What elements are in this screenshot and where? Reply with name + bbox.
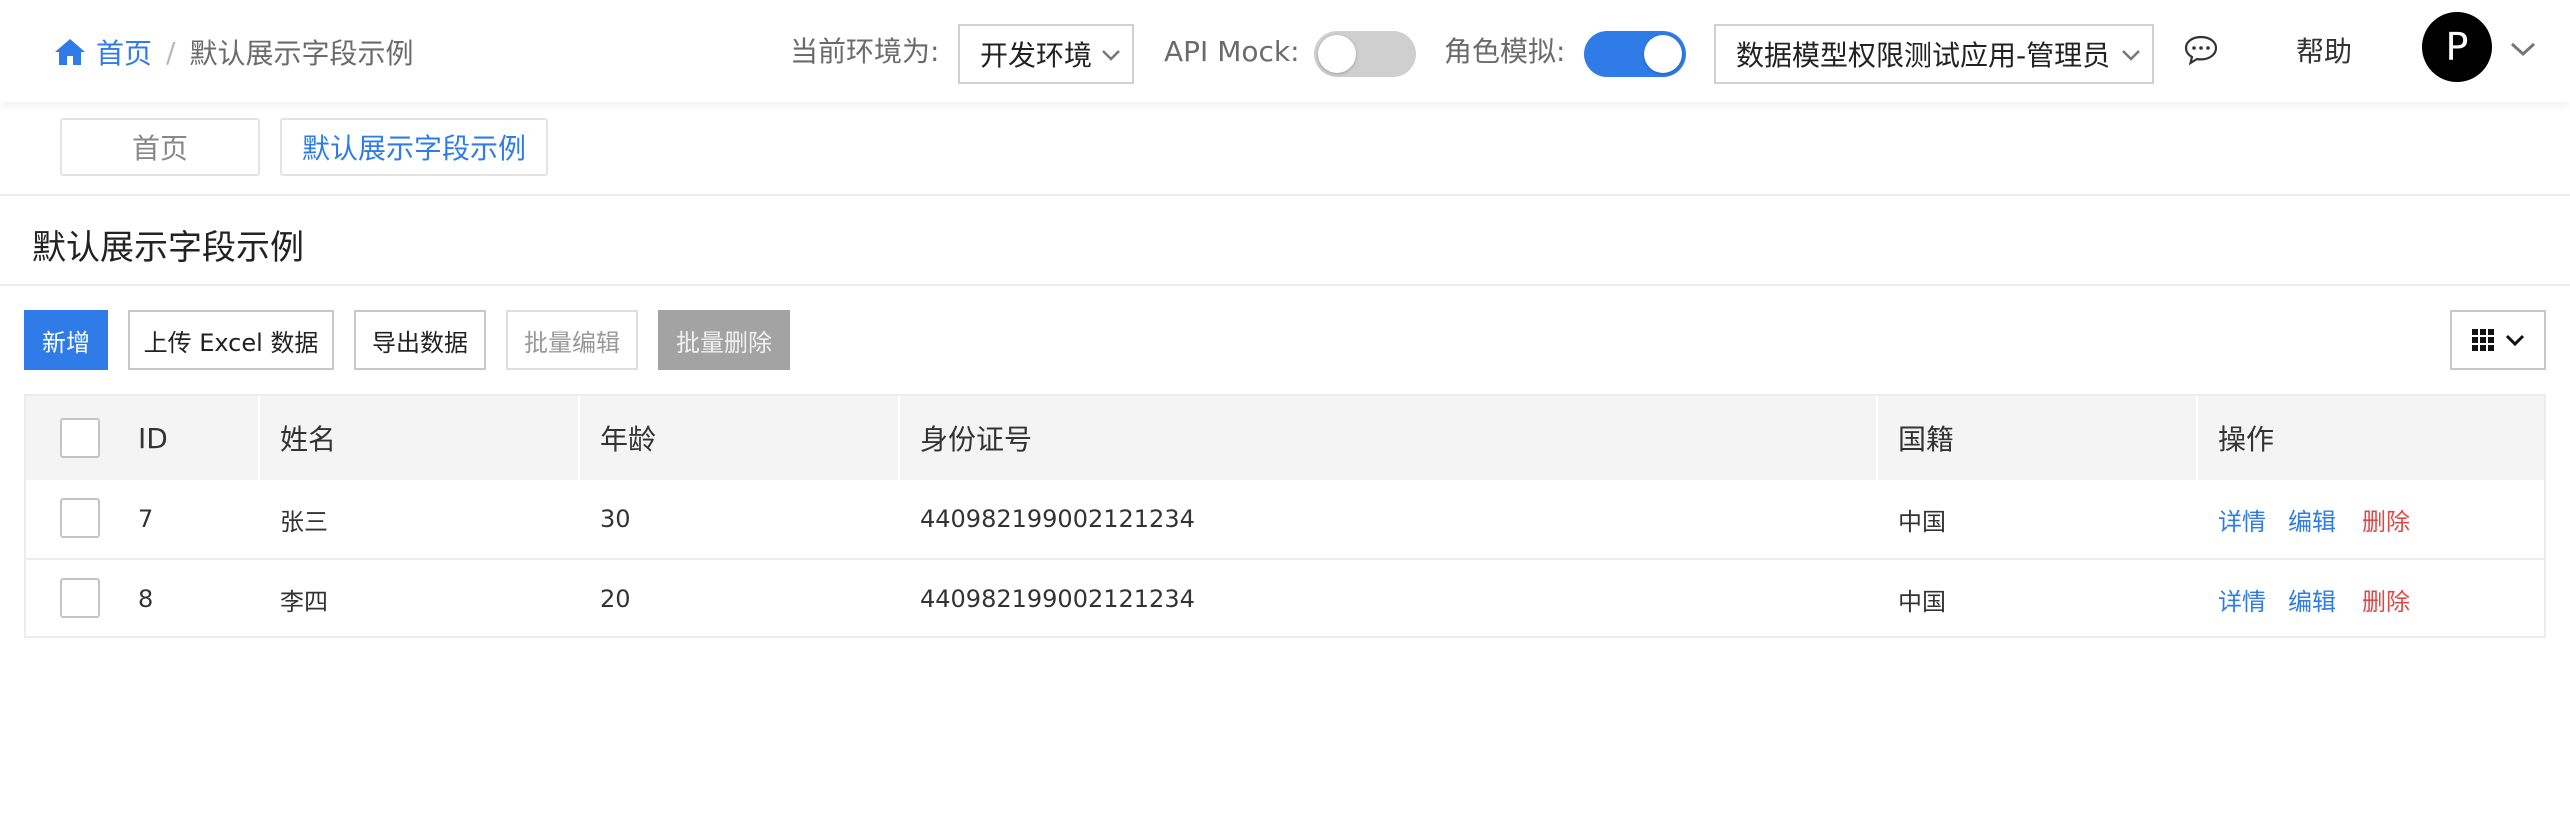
cell-nationality: 中国: [1898, 507, 1946, 536]
cell-id-number: 440982199002121234: [920, 585, 1195, 613]
column-header-id[interactable]: ID: [138, 396, 168, 480]
column-header-age[interactable]: 年龄: [600, 396, 656, 480]
help-link[interactable]: 帮助: [2296, 34, 2352, 70]
home-icon[interactable]: [54, 37, 86, 67]
table-row: 7 张三 30 440982199002121234 中国 详情 编辑 删除: [26, 480, 2544, 560]
api-mock-label: API Mock:: [1164, 35, 1300, 68]
data-table: ID 姓名 年龄 身份证号 国籍 操作 7 张三 30 440982199002…: [24, 394, 2546, 638]
tab-default-fields[interactable]: 默认展示字段示例: [280, 118, 548, 176]
chevron-down-icon: [2505, 334, 2525, 347]
column-settings-button[interactable]: [2450, 310, 2546, 370]
cell-name: 李四: [280, 587, 328, 616]
env-select[interactable]: 开发环境: [958, 24, 1134, 84]
table-row: 8 李四 20 440982199002121234 中国 详情 编辑 删除: [26, 560, 2544, 640]
app-role-select-value: 数据模型权限测试应用-管理员: [1736, 39, 2111, 72]
column-divider: [2196, 396, 2198, 480]
column-header-actions: 操作: [2218, 423, 2275, 456]
export-data-button[interactable]: 导出数据: [354, 310, 486, 370]
message-icon[interactable]: [2183, 34, 2219, 66]
role-simulation-label: 角色模拟:: [1444, 35, 1566, 68]
column-divider: [898, 396, 900, 480]
env-select-value: 开发环境: [980, 39, 1093, 72]
api-mock-toggle[interactable]: [1314, 31, 1416, 77]
page-tabs: 首页 默认展示字段示例: [0, 102, 2570, 196]
column-header-nationality[interactable]: 国籍: [1898, 396, 1954, 480]
column-header-id-number[interactable]: 身份证号: [920, 396, 1032, 480]
cell-id-number: 440982199002121234: [920, 505, 1195, 533]
select-all-checkbox[interactable]: [60, 418, 100, 458]
tab-home[interactable]: 首页: [60, 118, 260, 176]
page-title: 默认展示字段示例: [32, 228, 304, 268]
grid-icon: [2472, 329, 2494, 351]
env-label: 当前环境为:: [790, 35, 940, 68]
cell-id: 8: [138, 585, 154, 613]
column-divider: [1876, 396, 1878, 480]
detail-link[interactable]: 详情: [2218, 480, 2266, 558]
breadcrumb-home-link[interactable]: 首页: [96, 32, 152, 72]
row-checkbox[interactable]: [60, 578, 100, 618]
top-header: 首页 / 默认展示字段示例 当前环境为: 开发环境 API Mock: 角色模拟…: [0, 0, 2570, 102]
cell-age: 30: [600, 505, 631, 533]
new-button[interactable]: 新增: [24, 310, 108, 370]
role-simulation-toggle[interactable]: [1584, 31, 1686, 77]
batch-edit-button[interactable]: 批量编辑: [506, 310, 638, 370]
cell-nationality: 中国: [1898, 587, 1946, 616]
chevron-down-icon: [2122, 50, 2140, 61]
cell-id: 7: [138, 505, 154, 533]
edit-link[interactable]: 编辑: [2288, 480, 2336, 558]
detail-link[interactable]: 详情: [2218, 560, 2266, 638]
avatar[interactable]: P: [2422, 12, 2492, 82]
column-divider: [258, 396, 260, 480]
cell-age: 20: [600, 585, 631, 613]
app-role-select[interactable]: 数据模型权限测试应用-管理员: [1714, 24, 2154, 84]
delete-link[interactable]: 删除: [2362, 560, 2410, 638]
breadcrumb: 首页 / 默认展示字段示例: [54, 31, 413, 73]
cell-name: 张三: [280, 507, 328, 536]
edit-link[interactable]: 编辑: [2288, 560, 2336, 638]
batch-delete-button[interactable]: 批量删除: [658, 310, 790, 370]
column-divider: [578, 396, 580, 480]
divider: [0, 284, 2570, 286]
breadcrumb-current: 默认展示字段示例: [189, 37, 414, 70]
chevron-down-icon[interactable]: [2508, 38, 2538, 60]
column-header-name[interactable]: 姓名: [280, 396, 336, 480]
delete-link[interactable]: 删除: [2362, 480, 2410, 558]
chevron-down-icon: [1102, 50, 1120, 61]
row-checkbox[interactable]: [60, 498, 100, 538]
table-header: ID 姓名 年龄 身份证号 国籍 操作: [26, 396, 2544, 480]
upload-excel-button[interactable]: 上传 Excel 数据: [128, 310, 334, 370]
breadcrumb-separator: /: [166, 35, 176, 69]
